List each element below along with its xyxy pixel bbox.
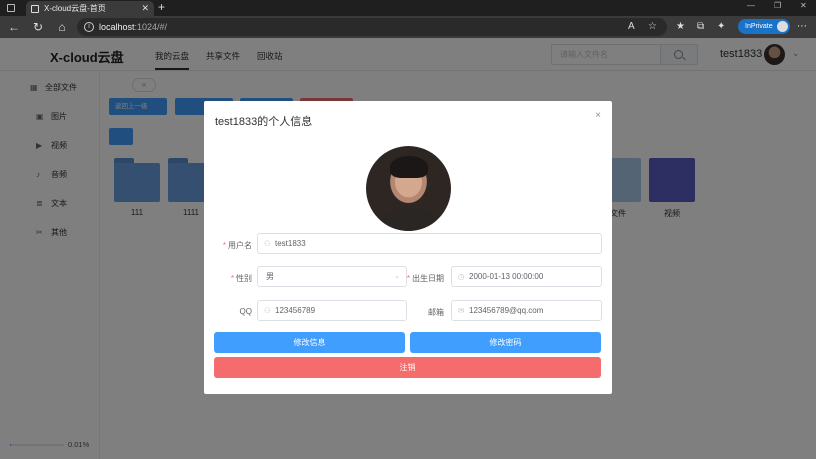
new-tab-icon[interactable]: + <box>158 0 165 15</box>
clock-icon: ◷ <box>458 272 465 281</box>
chevron-down-icon: ⌄ <box>394 273 400 280</box>
site-info-icon[interactable]: i <box>84 22 94 32</box>
qq-label: QQ <box>239 307 252 316</box>
url-path: :1024/#/ <box>134 22 168 32</box>
tab-title: X-cloud云盘-首页 <box>44 4 106 13</box>
user-icon: ⚇ <box>264 306 271 315</box>
read-aloud-icon[interactable]: A <box>628 20 635 34</box>
edit-info-button[interactable]: 修改信息 <box>214 332 405 353</box>
birthday-field[interactable]: ◷ 2000-01-13 00:00:00 <box>451 266 602 287</box>
address-bar[interactable]: i localhost:1024/#/ <box>77 18 667 36</box>
window-close-icon[interactable]: ✕ <box>800 1 807 10</box>
profile-avatar <box>777 21 788 32</box>
close-icon[interactable]: × <box>595 110 601 121</box>
birthday-value: 2000-01-13 00:00:00 <box>469 272 544 281</box>
username-label: * 用户名 <box>222 241 252 250</box>
email-field[interactable]: ✉ 123456789@qq.com <box>451 300 602 321</box>
gender-select[interactable]: 男 ⌄ <box>257 266 407 287</box>
page-favicon-icon <box>31 5 39 13</box>
minimize-icon[interactable]: — <box>747 1 755 10</box>
collections-icon[interactable]: ⧉ <box>697 20 704 34</box>
refresh-icon[interactable]: ↻ <box>30 19 46 35</box>
gender-label: * 性别 <box>230 274 252 283</box>
more-menu-icon[interactable]: ⋯ <box>797 20 807 34</box>
back-icon[interactable]: ← <box>6 19 22 35</box>
username-value: test1833 <box>275 239 306 248</box>
email-value: 123456789@qq.com <box>469 306 544 315</box>
birthday-label: * 出生日期 <box>406 274 444 283</box>
gender-value: 男 <box>266 272 274 281</box>
extensions-icon[interactable]: ✦ <box>717 20 725 34</box>
inprivate-label: InPrivate <box>745 23 773 30</box>
window-menu-icon[interactable] <box>7 4 15 12</box>
browser-toolbar: ← ↻ ⌂ i localhost:1024/#/ A ☆ ★ ⧉ ✦ InPr… <box>0 16 816 38</box>
user-icon: ⚇ <box>264 239 271 248</box>
home-icon[interactable]: ⌂ <box>54 19 70 35</box>
dialog-title: test1833的个人信息 <box>215 116 313 128</box>
username-field[interactable]: ⚇ test1833 <box>257 233 602 254</box>
browser-tab[interactable]: X-cloud云盘-首页 ✕ <box>26 1 154 16</box>
favorite-add-icon[interactable]: ☆ <box>648 20 657 34</box>
browser-titlebar: X-cloud云盘-首页 ✕ + — ❐ ✕ <box>0 0 816 16</box>
message-icon: ✉ <box>458 306 465 315</box>
profile-avatar-image[interactable] <box>366 146 451 231</box>
logout-button[interactable]: 注销 <box>214 357 601 378</box>
profile-dialog: test1833的个人信息 × * 用户名 ⚇ test1833 * 性别 男 ⌄ … <box>204 101 612 394</box>
url-host: localhost <box>99 22 135 32</box>
change-password-button[interactable]: 修改密码 <box>410 332 601 353</box>
qq-value: 123456789 <box>275 306 316 315</box>
email-label: 邮箱 <box>428 308 444 317</box>
qq-field[interactable]: ⚇ 123456789 <box>257 300 407 321</box>
inprivate-badge[interactable]: InPrivate <box>738 19 790 34</box>
restore-icon[interactable]: ❐ <box>774 1 781 10</box>
favorites-icon[interactable]: ★ <box>676 20 685 34</box>
tab-close-icon[interactable]: ✕ <box>141 1 149 16</box>
